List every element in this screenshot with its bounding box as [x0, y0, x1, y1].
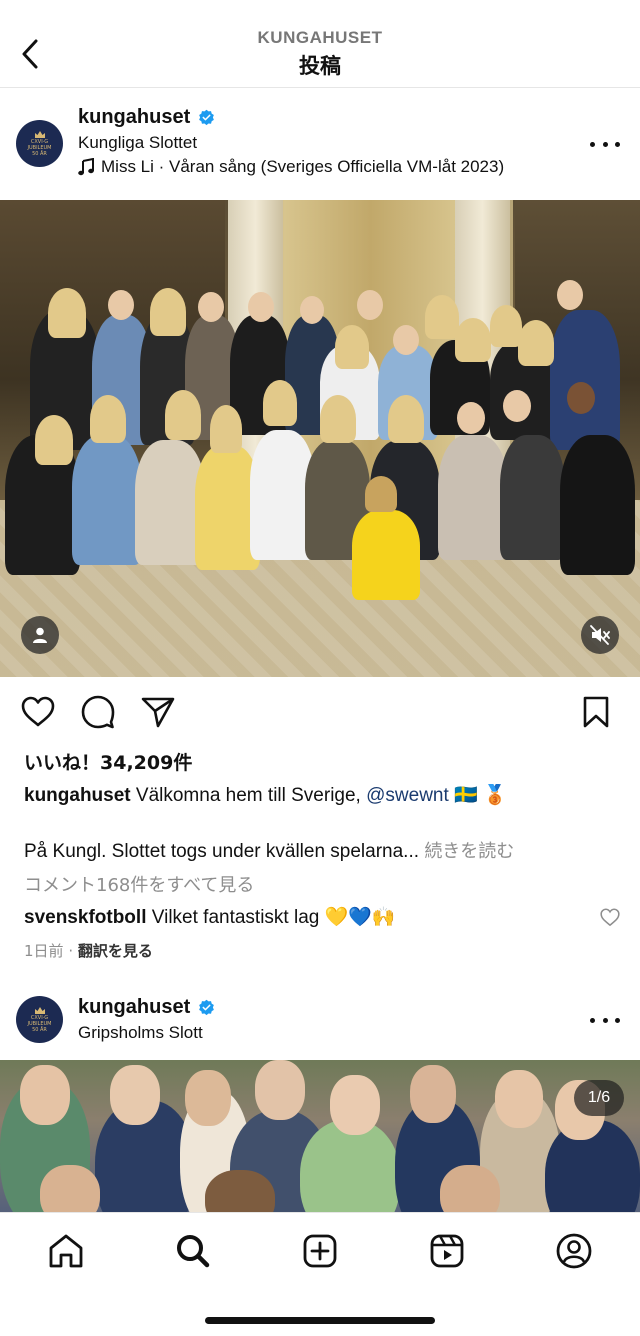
read-more-link[interactable]: 続きを読む	[424, 841, 514, 862]
mute-button[interactable]	[581, 616, 619, 654]
home-indicator	[205, 1317, 435, 1324]
nav-home[interactable]	[46, 1231, 86, 1271]
location-link[interactable]: Gripsholms Slott	[78, 1023, 203, 1043]
meta-separator: ·	[68, 942, 74, 960]
username-text: kungahuset	[78, 996, 191, 1018]
comment-text: Vilket fantastiskt lag 💛💙🙌	[151, 907, 396, 928]
likes-count[interactable]: いいね！34,209件	[24, 748, 192, 775]
more-dots-icon[interactable]	[590, 139, 620, 149]
post-time: 1日前	[24, 942, 64, 960]
page-title: 投稿	[299, 54, 341, 78]
music-link[interactable]: Miss Li · Våran sång (Sveriges Officiell…	[78, 157, 504, 177]
verified-badge-icon	[198, 999, 215, 1016]
plus-square-icon	[303, 1234, 337, 1268]
nav-create[interactable]	[300, 1231, 340, 1271]
nav-profile[interactable]	[554, 1231, 594, 1271]
view-comments-link[interactable]: コメント168件をすべて見る	[24, 871, 254, 897]
caption-emoji: 🇸🇪 🥉	[454, 785, 507, 806]
comment-button[interactable]	[80, 694, 116, 730]
avatar-text-3: 50 ÅR	[32, 151, 47, 157]
crown-icon	[34, 131, 45, 138]
top-bar: KUNGAHUSET 投稿	[0, 0, 640, 88]
comment-icon	[81, 695, 115, 729]
username[interactable]: kungahuset	[78, 106, 215, 129]
post-photo[interactable]	[0, 200, 640, 677]
more-dots-icon[interactable]	[590, 1015, 620, 1025]
caption-mention[interactable]: @swewnt	[366, 785, 449, 806]
post2-photo[interactable]	[0, 1060, 640, 1212]
home-icon	[49, 1234, 83, 1268]
nav-reels[interactable]	[427, 1231, 467, 1271]
username[interactable]: kungahuset	[78, 996, 215, 1019]
search-icon	[177, 1235, 210, 1268]
avatar-text-3: 50 ÅR	[32, 1027, 47, 1033]
caption-text: Välkomna hem till Sverige,	[135, 785, 361, 806]
heart-icon	[21, 696, 55, 727]
crown-icon	[34, 1007, 45, 1014]
post-actions	[0, 690, 640, 736]
avatar[interactable]: CXVI·G JUBILEUM 50 ÅR	[16, 120, 63, 167]
heart-icon	[600, 908, 620, 927]
reels-icon	[430, 1234, 464, 1268]
post-meta: 1日前 · 翻訳を見る	[24, 940, 153, 961]
account-label: KUNGAHUSET	[257, 28, 383, 47]
music-text: Miss Li · Våran sång (Sveriges Officiell…	[101, 157, 505, 176]
music-note-icon	[78, 158, 94, 176]
post2-header: CXVI·G JUBILEUM 50 ÅR kungahuset Gripsho…	[0, 980, 640, 1060]
share-button[interactable]	[140, 694, 176, 730]
bottom-nav	[0, 1212, 640, 1336]
tagged-people-button[interactable]	[21, 616, 59, 654]
carousel-counter: 1/6	[574, 1080, 624, 1116]
save-button[interactable]	[578, 694, 614, 730]
caption-username[interactable]: kungahuset	[24, 785, 131, 806]
username-text: kungahuset	[78, 106, 191, 128]
comment: svenskfotboll Vilket fantastiskt lag 💛💙🙌	[24, 905, 396, 929]
nav-search[interactable]	[173, 1231, 213, 1271]
location-link[interactable]: Kungliga Slottet	[78, 133, 197, 153]
verified-badge-icon	[198, 109, 215, 126]
bookmark-icon	[583, 696, 609, 728]
post-header: CXVI·G JUBILEUM 50 ÅR kungahuset Kunglig…	[0, 88, 640, 200]
speaker-muted-icon	[590, 625, 610, 645]
translate-link[interactable]: 翻訳を見る	[78, 942, 153, 960]
avatar[interactable]: CXVI·G JUBILEUM 50 ÅR	[16, 996, 63, 1043]
caption-line2: På Kungl. Slottet togs under kvällen spe…	[24, 837, 514, 863]
profile-icon	[556, 1233, 592, 1269]
caption: kungahuset Välkomna hem till Sverige, @s…	[24, 783, 507, 807]
like-button[interactable]	[20, 694, 56, 730]
comment-like-button[interactable]	[600, 908, 620, 928]
person-tag-icon	[33, 627, 47, 643]
comment-username[interactable]: svenskfotboll	[24, 907, 146, 928]
caption-line2-text: På Kungl. Slottet togs under kvällen spe…	[24, 841, 420, 862]
send-icon	[141, 697, 175, 728]
